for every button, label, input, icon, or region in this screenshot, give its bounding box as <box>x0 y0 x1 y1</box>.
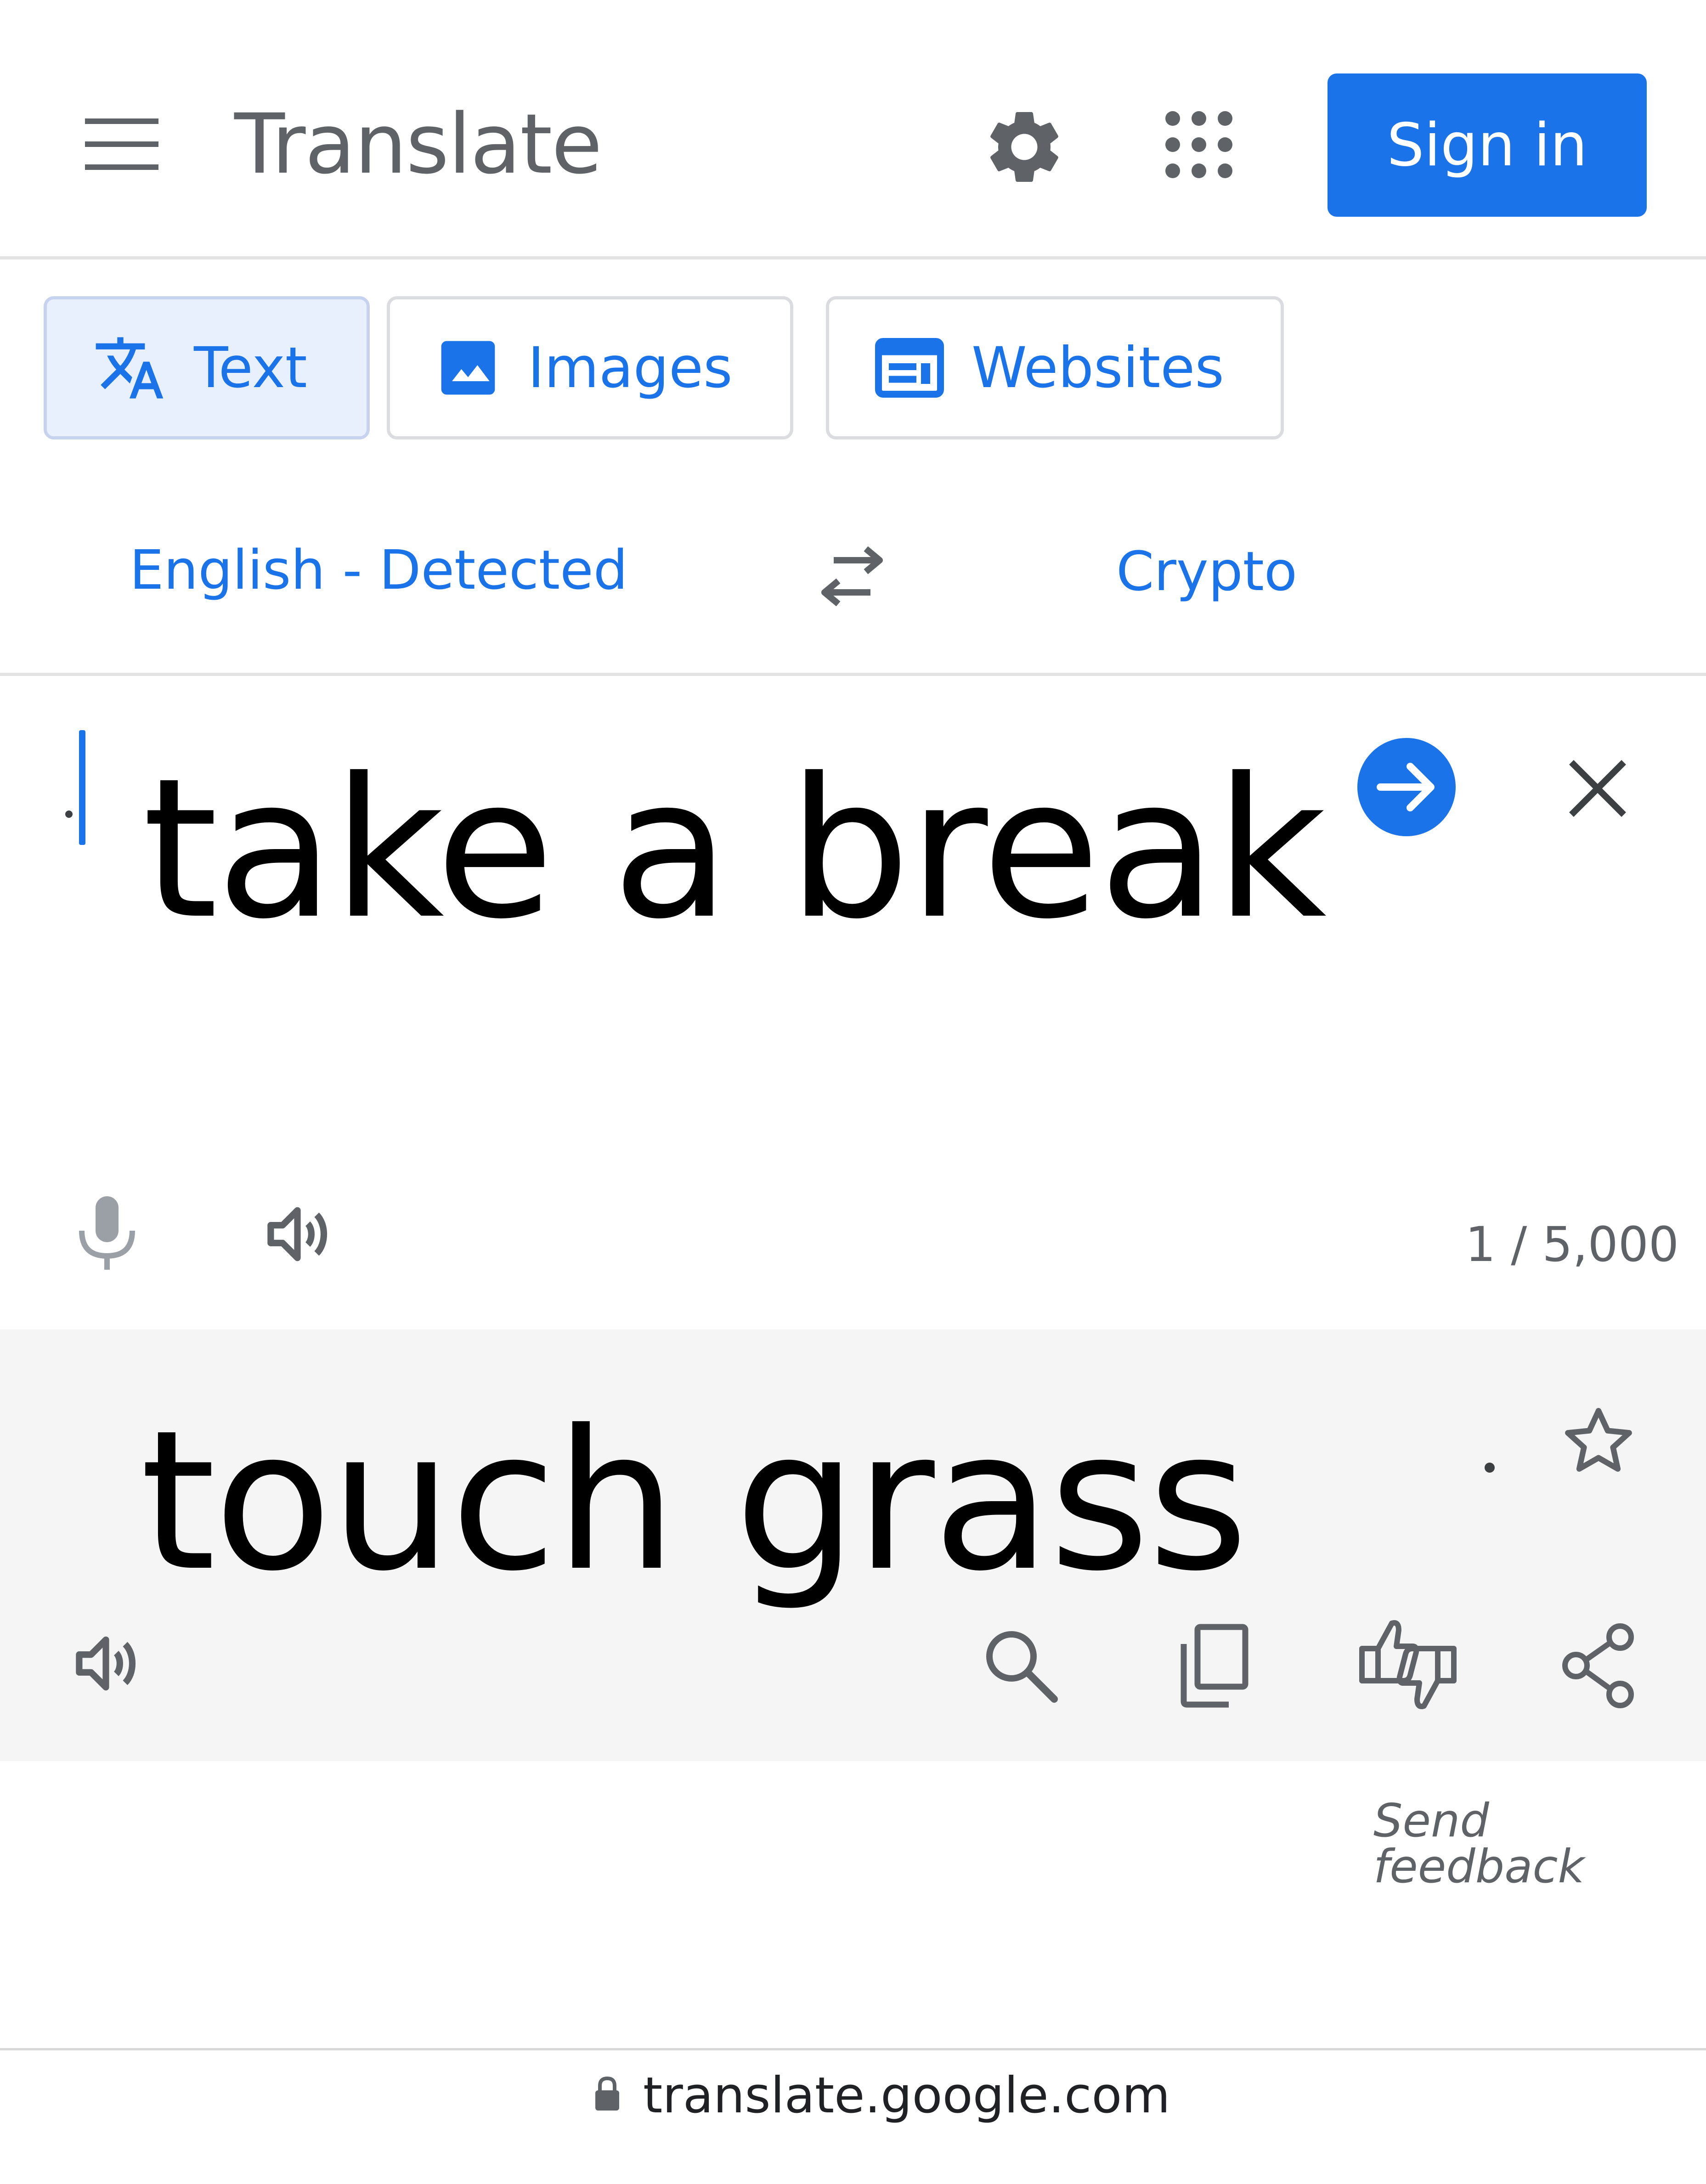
copy-icon[interactable] <box>1178 1623 1249 1708</box>
hamburger-menu-icon[interactable] <box>85 118 158 170</box>
speaker-icon[interactable] <box>260 1199 335 1270</box>
source-dot <box>65 811 73 818</box>
tab-text[interactable]: Text <box>44 296 370 439</box>
tab-images[interactable]: Images <box>387 296 793 439</box>
search-icon[interactable] <box>983 1628 1059 1704</box>
url-text[interactable]: translate.google.com <box>643 2071 1170 2121</box>
tab-images-label: Images <box>528 335 733 400</box>
star-icon[interactable] <box>1559 1403 1638 1479</box>
text-cursor <box>79 730 85 845</box>
source-text-input[interactable]: take a break <box>142 753 1327 946</box>
swap-icon[interactable] <box>815 546 889 606</box>
translate-icon <box>93 331 166 405</box>
speaker-icon[interactable] <box>68 1628 144 1699</box>
arrow-right-circle-icon[interactable] <box>1357 738 1456 836</box>
thumbs-up-down-icon[interactable] <box>1357 1616 1458 1713</box>
image-icon <box>436 336 500 400</box>
website-icon <box>875 338 944 398</box>
send-feedback-link[interactable]: Send feedback <box>1373 1798 1706 1890</box>
share-icon[interactable] <box>1559 1623 1638 1708</box>
tab-websites-label: Websites <box>972 335 1224 400</box>
tab-websites[interactable]: Websites <box>826 296 1284 439</box>
translation-result-text: touch grass <box>140 1389 1248 1614</box>
close-icon[interactable] <box>1568 759 1627 818</box>
source-language[interactable]: English - Detected <box>130 543 628 597</box>
sign-in-button[interactable]: Sign in <box>1328 73 1647 217</box>
apps-grid-icon[interactable] <box>1164 110 1233 179</box>
microphone-icon[interactable] <box>77 1194 137 1272</box>
lock-icon <box>593 2076 621 2112</box>
character-count: 1 / 5,000 <box>1465 1216 1679 1272</box>
gear-icon[interactable] <box>981 103 1068 191</box>
language-divider <box>0 673 1706 676</box>
target-language[interactable]: Crypto <box>1116 544 1297 598</box>
result-dot <box>1485 1463 1495 1473</box>
app-title: Translate <box>234 96 602 192</box>
tab-text-label: Text <box>194 335 307 400</box>
